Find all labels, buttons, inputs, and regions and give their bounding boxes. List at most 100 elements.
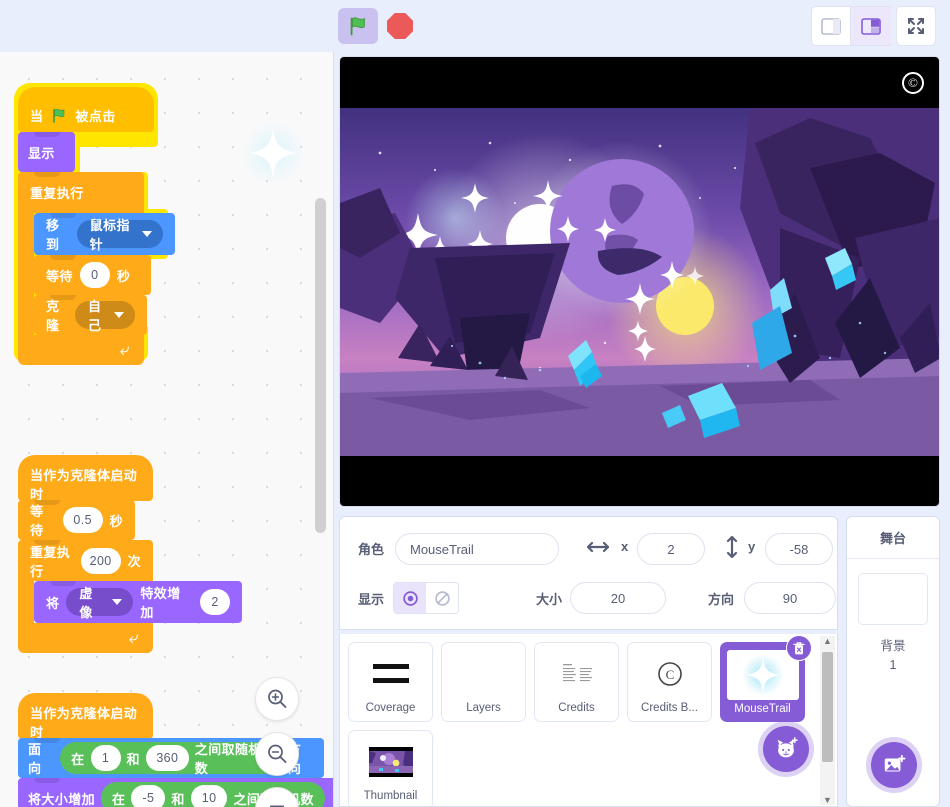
delete-sprite-button[interactable] <box>786 635 812 661</box>
input-random-min[interactable]: 1 <box>90 745 121 771</box>
sprite-name-label: 角色 <box>358 542 385 557</box>
block-label: 被点击 <box>75 109 116 124</box>
block-label: 当作为克隆体启动时 <box>30 468 138 502</box>
block-label: 当作为克隆体启动时 <box>30 706 138 740</box>
zoom-in-icon <box>268 689 287 708</box>
sprite-thumbnail <box>354 737 427 787</box>
input-random-min[interactable]: -5 <box>131 785 166 807</box>
size-label: 大小 <box>536 592 563 607</box>
block-when-flag-clicked[interactable]: 当 被点击 <box>18 87 154 132</box>
show-label: 显示 <box>358 592 385 607</box>
block-wait[interactable]: 等待 0.5 秒 <box>18 500 135 540</box>
c-block-mouth: 将 虚像 特效增加 2 <box>18 581 242 623</box>
block-label: 秒 <box>116 268 131 284</box>
green-flag-icon <box>350 17 365 36</box>
small-stage-layout-icon <box>821 17 841 35</box>
operator-label: 在 <box>112 791 126 807</box>
block-go-to[interactable]: 移到 鼠标指针 <box>34 213 175 255</box>
sprite-name-input[interactable]: MouseTrail <box>395 533 559 565</box>
block-label: 特效增加 <box>140 586 181 620</box>
sprite-info-panel: 角色 MouseTrail x 2 y -58 显示 大小 20 方向 90 <box>339 516 838 630</box>
sprite-item-thumbnail[interactable]: Thumbnail <box>348 730 433 806</box>
sprite-item-credits[interactable]: Credits <box>534 642 619 722</box>
block-label: 将 <box>46 595 60 611</box>
sprite-thumbnail <box>540 649 613 699</box>
code-workspace[interactable]: 当 被点击 显示 重复执行 移到 鼠标指针 等待 0 秒 克隆 自己 ⤷ 当作为… <box>0 52 334 807</box>
sprite-item-coverage[interactable]: Coverage <box>348 642 433 722</box>
x-label: x <box>621 539 629 554</box>
input-wait-seconds[interactable]: 0.5 <box>62 507 103 533</box>
sprite-list-scrollbar[interactable]: ▲ ▼ <box>820 636 835 805</box>
stage[interactable]: © <box>339 56 940 507</box>
horizontal-arrows-icon <box>586 540 610 558</box>
add-backdrop-button[interactable] <box>871 742 917 788</box>
dropdown-value: 鼠标指针 <box>89 218 130 252</box>
input-random-max[interactable]: 10 <box>190 785 228 807</box>
eye-hidden-icon <box>434 590 450 606</box>
sprite-thumbnail <box>354 649 427 699</box>
image-add-backdrop-icon <box>884 754 906 772</box>
scrollbar-thumb[interactable] <box>822 652 833 762</box>
backdrop-label: 背景 <box>880 639 906 653</box>
green-flag-button[interactable] <box>338 8 378 44</box>
operator-label: 和 <box>126 751 140 767</box>
dropdown-clone-target[interactable]: 自己 <box>75 299 135 333</box>
input-wait-seconds[interactable]: 0 <box>79 262 110 288</box>
y-input[interactable]: -58 <box>765 533 833 565</box>
sprite-item-mousetrail[interactable]: MouseTrail <box>720 635 812 722</box>
sprite-thumbnail <box>447 649 520 699</box>
input-effect-amount[interactable]: 2 <box>200 589 230 615</box>
zoom-in-button[interactable] <box>255 677 299 721</box>
trash-delete-icon <box>793 641 805 654</box>
small-stage-button[interactable] <box>811 6 851 46</box>
block-create-clone[interactable]: 克隆 自己 <box>34 295 147 335</box>
block-label: 显示 <box>28 145 55 161</box>
block-change-effect[interactable]: 将 虚像 特效增加 2 <box>34 581 242 623</box>
backdrop-count: 1 <box>889 658 897 672</box>
operator-label: 在 <box>71 751 85 767</box>
stage-selector[interactable]: 舞台 背景 1 <box>846 516 940 807</box>
dropdown-effect-type[interactable]: 虚像 <box>66 586 134 620</box>
block-label: 面向 <box>28 742 42 776</box>
block-label: 重复执行 <box>30 186 84 201</box>
sprite-item-layers[interactable]: Layers <box>441 642 526 722</box>
size-input[interactable]: 20 <box>570 582 666 614</box>
input-repeat-count[interactable]: 200 <box>80 547 121 574</box>
zoom-out-button[interactable] <box>255 732 299 776</box>
sprite-name: Coverage <box>365 702 416 714</box>
block-pick-random[interactable]: 在 1 和 360 之间取随机数 <box>60 742 282 776</box>
x-input[interactable]: 2 <box>637 533 705 565</box>
eye-visible-icon <box>402 590 418 606</box>
green-flag-icon <box>53 108 65 123</box>
block-label: 等待 <box>46 268 73 284</box>
scratch-editor: 当 被点击 显示 重复执行 移到 鼠标指针 等待 0 秒 克隆 自己 ⤷ 当作为… <box>0 0 950 807</box>
scroll-down-arrow-icon[interactable]: ▼ <box>823 795 832 805</box>
block-wait[interactable]: 等待 0 秒 <box>34 255 151 295</box>
sprite-name: MouseTrail <box>734 703 791 715</box>
chevron-down-icon <box>142 231 152 237</box>
block-when-i-start-as-clone[interactable]: 当作为克隆体启动时 <box>18 693 153 740</box>
svg-text:C: C <box>665 667 674 682</box>
workspace-scrollbar[interactable] <box>315 198 326 533</box>
block-repeat[interactable]: 重复执行 200 次 将 虚像 特效增加 2 ⤷ <box>18 540 242 653</box>
block-show[interactable]: 显示 <box>18 132 75 172</box>
scroll-up-arrow-icon[interactable]: ▲ <box>823 636 832 646</box>
sprite-thumbnail <box>726 650 799 700</box>
show-sprite-button[interactable] <box>394 583 426 613</box>
sprite-thumbnail: C <box>633 649 706 699</box>
fullscreen-button[interactable] <box>896 6 936 46</box>
input-random-max[interactable]: 360 <box>145 745 189 771</box>
chevron-down-icon <box>112 599 123 605</box>
sprite-item-credits-b[interactable]: C Credits B... <box>627 642 712 722</box>
block-forever[interactable]: 重复执行 移到 鼠标指针 等待 0 秒 克隆 自己 ⤷ <box>18 172 175 365</box>
normal-stage-button[interactable] <box>851 6 891 46</box>
dropdown-go-to-target[interactable]: 鼠标指针 <box>76 218 163 252</box>
add-sprite-button[interactable] <box>763 726 809 772</box>
block-when-i-start-as-clone[interactable]: 当作为克隆体启动时 <box>18 455 153 502</box>
direction-input[interactable]: 90 <box>744 582 836 614</box>
y-label: y <box>748 539 756 554</box>
block-label: 次 <box>127 554 141 569</box>
stop-button[interactable] <box>384 10 416 42</box>
hide-sprite-button[interactable] <box>426 583 458 613</box>
stage-selector-header: 舞台 <box>847 517 939 559</box>
